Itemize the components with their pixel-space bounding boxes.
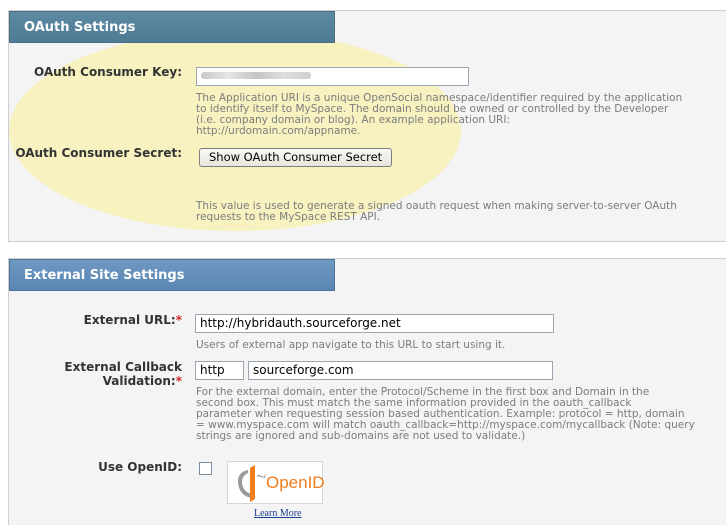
obscured-key-value xyxy=(201,72,311,79)
show-secret-button[interactable]: Show OAuth Consumer Secret xyxy=(199,148,393,167)
callback-help: For the external domain, enter the Proto… xyxy=(196,387,695,442)
required-mark: * xyxy=(175,374,182,388)
openid-mark-icon xyxy=(238,465,266,502)
required-mark: * xyxy=(175,313,182,327)
consumer-key-label: OAuth Consumer Key: xyxy=(33,65,182,79)
help-line: http://urdomain.com/appname. xyxy=(196,125,361,137)
callback-validation-label: External Callback Validation:* xyxy=(20,360,182,388)
external-url-label-text: External URL: xyxy=(83,313,176,327)
learn-more-link[interactable]: Learn More xyxy=(254,508,301,519)
external-url-help: Users of external app navigate to this U… xyxy=(196,339,506,351)
external-url-input[interactable]: http://hybridauth.sourceforge.net xyxy=(195,314,554,333)
consumer-key-input[interactable] xyxy=(196,67,469,86)
callback-label-line: External Callback xyxy=(64,360,182,374)
openid-logo: OpenID xyxy=(227,461,325,504)
use-openid-checkbox[interactable] xyxy=(199,462,212,475)
help-line: requests to the MySpace REST API. xyxy=(196,211,381,223)
help-line: strings are ignored and sub-domains are … xyxy=(196,430,526,442)
consumer-key-help: The Application URI is a unique OpenSoci… xyxy=(196,93,682,137)
openid-logo-text: OpenID xyxy=(266,473,325,492)
protocol-input[interactable]: http xyxy=(195,361,244,380)
callback-label-line: Validation: xyxy=(102,374,176,388)
consumer-secret-help: This value is used to generate a signed … xyxy=(196,201,677,223)
external-url-label: External URL:* xyxy=(20,313,182,327)
domain-input[interactable]: sourceforge.com xyxy=(248,361,553,380)
consumer-secret-label: OAuth Consumer Secret: xyxy=(15,146,182,160)
use-openid-label: Use OpenID: xyxy=(98,460,182,474)
external-settings-header: External Site Settings xyxy=(9,259,335,291)
oauth-settings-header: OAuth Settings xyxy=(9,11,335,43)
